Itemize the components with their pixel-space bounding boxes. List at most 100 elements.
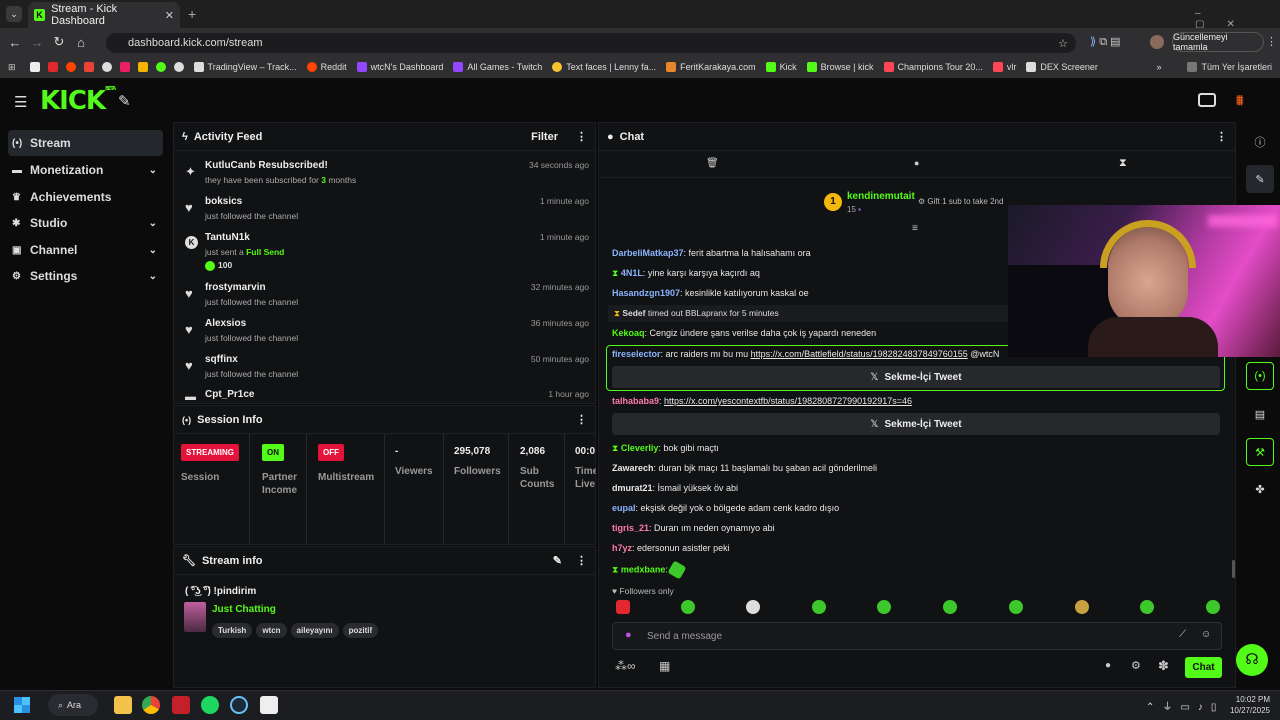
new-tab-button[interactable]: + bbox=[188, 6, 196, 22]
spotify-icon[interactable] bbox=[201, 696, 219, 714]
window-controls[interactable]: –▢✕ bbox=[1195, 8, 1280, 30]
info-icon[interactable]: ⓘ bbox=[1246, 128, 1274, 156]
puzzle-icon[interactable]: ✤ bbox=[1246, 475, 1274, 503]
extensions-icons[interactable]: ⟫ ⧉ ▤ bbox=[1090, 35, 1121, 49]
sidebar-item-settings[interactable]: ⚙ Settings ⌄ bbox=[8, 263, 163, 289]
reload-icon[interactable]: ↻ bbox=[48, 34, 70, 50]
message-input[interactable]: ● Send a message ⟋ ☺ bbox=[612, 622, 1222, 650]
chat-username[interactable]: Zawarech bbox=[612, 463, 654, 473]
bookmark-twitch[interactable]: All Games - Twitch bbox=[453, 62, 542, 72]
url-bar[interactable]: dashboard.kick.com/stream ☆ bbox=[106, 33, 1076, 53]
app-icon[interactable] bbox=[172, 696, 190, 714]
tag[interactable]: pozitif bbox=[342, 623, 379, 638]
steam-icon[interactable] bbox=[230, 696, 248, 714]
windows-start-icon[interactable] bbox=[14, 697, 30, 713]
close-tab-icon[interactable]: ✕ bbox=[165, 9, 174, 22]
chat-username[interactable]: 4N1L bbox=[621, 268, 643, 278]
bookmark-tradingview[interactable]: TradingView – Track... bbox=[193, 62, 297, 72]
more-options-icon[interactable]: ⋮ bbox=[1216, 130, 1227, 143]
infinity-icon[interactable]: ⁂∞ bbox=[615, 659, 636, 673]
bookmark-textfaces[interactable]: Text faces | Lenny fa... bbox=[552, 62, 656, 72]
printer-icon[interactable]: ▤ bbox=[1246, 400, 1274, 428]
chat-username[interactable]: Sedef bbox=[622, 308, 645, 318]
bookmark-reddit[interactable]: Reddit bbox=[306, 62, 347, 72]
chrome-icon[interactable] bbox=[142, 696, 160, 714]
tweet-embed-button[interactable]: 𝕏 Sekme-İçi Tweet bbox=[612, 366, 1220, 388]
filter-button[interactable]: Filter bbox=[531, 131, 558, 143]
chat-mode-icon[interactable]: ● bbox=[914, 158, 919, 168]
system-tray-icons[interactable]: ⌃⏚▭♪▯ bbox=[1146, 698, 1224, 713]
chat-bubble-icon[interactable]: ● bbox=[1105, 660, 1111, 671]
chat-username[interactable]: tigris_21 bbox=[612, 523, 649, 533]
tag[interactable]: wtcn bbox=[256, 623, 287, 638]
bookmark-browse-kick[interactable]: Browse | kick bbox=[806, 62, 874, 72]
chat-link[interactable]: https://x.com/yescontextfb/status/198280… bbox=[664, 396, 912, 406]
broadcast-icon[interactable]: (•) bbox=[1246, 362, 1274, 390]
chat-username[interactable]: fireselector bbox=[612, 349, 661, 359]
emote-icon[interactable] bbox=[681, 600, 695, 614]
tweet-embed-button[interactable]: 𝕏 Sekme-İçi Tweet bbox=[612, 413, 1220, 435]
orange-extension-icon[interactable]: ⩩ bbox=[1236, 92, 1243, 109]
bookmark-star-icon[interactable]: ☆ bbox=[1058, 37, 1068, 50]
bookmark-champions[interactable]: Champions Tour 20... bbox=[883, 62, 983, 72]
category-link[interactable]: Just Chatting bbox=[212, 604, 276, 615]
all-bookmarks[interactable]: Tüm Yer İşaretleri bbox=[1187, 62, 1272, 72]
emote-icon[interactable] bbox=[616, 600, 630, 614]
apps-icon[interactable]: ⊞ bbox=[8, 62, 16, 73]
collapse-icon[interactable]: ≡ bbox=[912, 223, 918, 234]
commands-icon[interactable]: ⟋ bbox=[1179, 629, 1186, 640]
hourglass-icon[interactable]: ⧗ bbox=[1119, 157, 1127, 170]
settings-icon[interactable]: ⚙ bbox=[1131, 659, 1141, 672]
emote-icon[interactable] bbox=[1075, 600, 1089, 614]
more-options-icon[interactable]: ⋮ bbox=[576, 413, 587, 426]
app-icon[interactable] bbox=[260, 696, 278, 714]
edit-icon[interactable]: ✎ bbox=[553, 554, 562, 567]
emote-picker-icon[interactable]: ✽ bbox=[1158, 658, 1169, 674]
bookmark-dashboard[interactable]: wtcN's Dashboard bbox=[356, 62, 443, 72]
more-bookmarks-icon[interactable]: » bbox=[1156, 62, 1161, 72]
tag[interactable]: aileyayını bbox=[290, 623, 339, 638]
emote-icon[interactable] bbox=[877, 600, 891, 614]
file-explorer-icon[interactable] bbox=[114, 696, 132, 714]
bookmark-ferit[interactable]: FeritKarakaya.com bbox=[666, 62, 756, 72]
sidebar-item-studio[interactable]: ✱ Studio ⌄ bbox=[8, 210, 163, 236]
tab-list-button[interactable]: ⌄ bbox=[6, 6, 22, 22]
chat-scrollbar[interactable] bbox=[1232, 560, 1235, 578]
emote-icon[interactable] bbox=[1206, 600, 1220, 614]
chat-link[interactable]: https://x.com/Battlefield/status/1982824… bbox=[751, 349, 968, 359]
menu-kebab-icon[interactable]: ⋮ bbox=[1266, 35, 1277, 48]
emote-icon[interactable] bbox=[812, 600, 826, 614]
more-options-icon[interactable]: ⋮ bbox=[576, 130, 587, 143]
update-button[interactable]: Güncellemeyi tamamla bbox=[1172, 32, 1264, 52]
bookmark-icons-group[interactable] bbox=[29, 62, 184, 72]
chat-username[interactable]: h7yz bbox=[612, 543, 632, 553]
emote-icon[interactable] bbox=[1009, 600, 1023, 614]
browser-tab[interactable]: K Stream - Kick Dashboard ✕ bbox=[28, 2, 180, 28]
chat-username[interactable]: Kekoaq bbox=[612, 328, 645, 338]
bookmark-dex[interactable]: DEX Screener bbox=[1026, 62, 1098, 72]
wrench-icon[interactable]: ⚒ bbox=[1246, 438, 1274, 466]
sidebar-item-stream[interactable]: (•) Stream bbox=[8, 130, 163, 156]
chat-username[interactable]: talhababa9 bbox=[612, 396, 659, 406]
chat-username[interactable]: dmurat21 bbox=[612, 483, 653, 493]
kick-logo[interactable]: KICKBETA bbox=[40, 86, 116, 116]
forward-icon[interactable]: → bbox=[26, 35, 48, 50]
trash-icon[interactable]: 🗑︎ bbox=[706, 158, 719, 169]
emoji-icon[interactable]: ☺ bbox=[1201, 629, 1211, 640]
profile-avatar[interactable] bbox=[1150, 35, 1164, 49]
more-options-icon[interactable]: ⋮ bbox=[576, 554, 587, 567]
home-icon[interactable]: ⌂ bbox=[70, 35, 92, 50]
gift-sub-prompt[interactable]: ⚙ Gift 1 sub to take 2nd bbox=[918, 197, 1003, 206]
bookmark-kick[interactable]: Kick bbox=[765, 62, 797, 72]
hamburger-menu-icon[interactable]: ☰ bbox=[14, 93, 27, 111]
edit-pen-icon[interactable]: ✎ bbox=[118, 92, 131, 110]
back-icon[interactable]: ← bbox=[4, 35, 26, 50]
tag[interactable]: Turkish bbox=[212, 623, 253, 638]
taskbar-search[interactable]: ⌕ Ara bbox=[48, 694, 98, 716]
sidebar-item-channel[interactable]: ▣ Channel ⌄ bbox=[8, 237, 163, 263]
sidebar-item-monetization[interactable]: ▬ Monetization ⌄ bbox=[8, 157, 163, 183]
emote-icon[interactable] bbox=[746, 600, 760, 614]
chat-username[interactable]: eupal bbox=[612, 503, 636, 513]
edit-icon[interactable]: ✎ bbox=[1246, 165, 1274, 193]
support-button[interactable]: ☊ bbox=[1236, 644, 1268, 676]
